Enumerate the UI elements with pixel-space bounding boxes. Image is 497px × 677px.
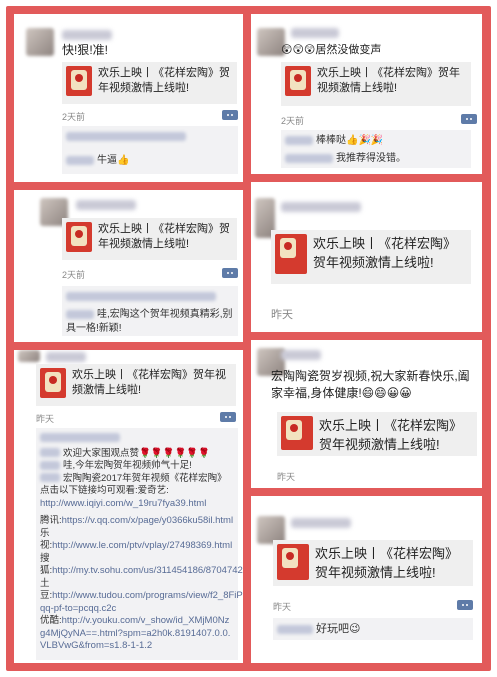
post-text: 快!狠!准!	[62, 43, 109, 57]
video-thumbnail-icon	[281, 416, 313, 450]
username-blurred	[281, 202, 361, 212]
youku-link[interactable]: http://v.youku.com/v_show/id_XMjM0Nzg4Mj…	[40, 615, 230, 651]
likes-blurred	[66, 290, 234, 304]
share-title: 欢乐上映丨《花样宏陶》贺年视频激情上线啦!	[319, 418, 463, 452]
post-text: 宏陶陶瓷贺岁视频,祝大家新春快乐,阖家幸福,身体健康!😄😄😀😀	[271, 369, 470, 400]
shared-link-card[interactable]: 欢乐上映丨《花样宏陶》贺年视频激情上线啦!	[62, 218, 237, 260]
moment-panel-5: 欢乐上映丨《花样宏陶》贺年视频激情上线啦! 昨天 欢迎大家围观点赞🌹🌹🌹🌹🌹🌹 …	[14, 350, 243, 663]
more-options-icon[interactable]	[457, 600, 473, 610]
comment-item: 优酷:http://v.youku.com/v_show/id_XMjM0Nzg…	[40, 615, 231, 651]
username-blurred	[291, 518, 351, 528]
share-title: 欢乐上映丨《花样宏陶》贺年视频激情上线啦!	[72, 369, 226, 396]
moment-panel-6: 宏陶陶瓷贺岁视频,祝大家新春快乐,阖家幸福,身体健康!😄😄😀😀 欢乐上映丨《花样…	[251, 340, 482, 488]
comments-area: 牛逼👍	[62, 126, 238, 174]
share-title: 欢乐上映丨《花样宏陶》贺年视频激情上线啦!	[315, 546, 459, 580]
likes-blurred	[40, 432, 234, 445]
moment-panel-7: 欢乐上映丨《花样宏陶》贺年视频激情上线啦! 昨天 好玩吧😉	[251, 496, 482, 663]
video-thumbnail-icon	[285, 66, 311, 96]
sohu-link[interactable]: http://my.tv.sohu.com/us/311454186/87047…	[52, 565, 243, 576]
more-options-icon[interactable]	[222, 110, 238, 120]
comment-item: 我推荐得没错。	[285, 152, 467, 166]
comment-item: 哇,宏陶这个贺年视频真精彩,别具一格!新颖!	[66, 309, 233, 334]
video-thumbnail-icon	[277, 544, 309, 580]
post-time: 昨天	[277, 472, 296, 482]
avatar[interactable]	[26, 28, 54, 56]
post-time: 2天前	[281, 116, 305, 126]
video-thumbnail-icon	[40, 368, 66, 398]
comment-item: 牛逼👍	[66, 154, 234, 168]
post-time: 2天前	[62, 112, 86, 122]
shared-link-card[interactable]: 欢乐上映丨《花样宏陶》贺年视频激情上线啦!	[36, 364, 236, 406]
comment-item: 腾讯:https://v.qq.com/x/page/y0366ku58il.h…	[40, 515, 234, 526]
letv-link[interactable]: http://www.le.com/ptv/vplay/27498369.htm…	[52, 540, 232, 551]
iqiyi-link[interactable]: http://www.iqiyi.com/w_19ru7fya39.html	[40, 498, 206, 509]
shared-link-card[interactable]: 欢乐上映丨《花样宏陶》贺年视频激情上线啦!	[273, 540, 473, 586]
comments-area: 欢迎大家围观点赞🌹🌹🌹🌹🌹🌹 哇,今年宏陶贺年视频帅气十足! 宏陶陶瓷2017年…	[36, 428, 243, 660]
video-thumbnail-icon	[275, 234, 307, 274]
comment-item: 宏陶陶瓷2017年贺年视频《花样宏陶》点击以下链接均可观看:爱奇艺: http:…	[40, 472, 227, 509]
more-options-icon[interactable]	[461, 114, 477, 124]
shared-link-card[interactable]: 欢乐上映丨《花样宏陶》贺年视频激情上线啦!	[281, 62, 471, 106]
comment-item: 搜狐:http://my.tv.sohu.com/us/311454186/87…	[40, 553, 243, 578]
comments-area: 好玩吧😉	[273, 618, 473, 640]
video-thumbnail-icon	[66, 66, 92, 96]
video-thumbnail-icon	[66, 222, 92, 252]
comment-item: 哇,今年宏陶贺年视频帅气十足!	[40, 460, 234, 473]
username-blurred	[46, 352, 86, 362]
moment-panel-2: 😲😲😲居然没做变声 欢乐上映丨《花样宏陶》贺年视频激情上线啦! 2天前 棒棒哒👍…	[251, 14, 482, 174]
tencent-link[interactable]: https://v.qq.com/x/page/y0366ku58il.html	[62, 515, 233, 526]
comment-item: 好玩吧😉	[277, 622, 469, 636]
username-blurred	[62, 30, 112, 40]
avatar[interactable]	[18, 350, 40, 362]
post-time: 昨天	[271, 309, 293, 321]
share-title: 欢乐上映丨《花样宏陶》贺年视频激情上线啦!	[313, 236, 457, 270]
comment-blurred	[66, 130, 234, 144]
comment-item: 棒棒哒👍🎉🎉	[285, 134, 467, 148]
moment-panel-1: 快!狠!准! 欢乐上映丨《花样宏陶》贺年视频激情上线啦! 2天前 牛逼👍	[14, 14, 243, 182]
comment-item: 土豆:http://www.tudou.com/programs/view/f2…	[40, 578, 243, 616]
moment-panel-3: 欢乐上映丨《花样宏陶》贺年视频激情上线啦! 2天前 哇,宏陶这个贺年视频真精彩,…	[14, 190, 243, 342]
tudou-link[interactable]: http://www.tudou.com/programs/view/f2_8F…	[40, 590, 243, 614]
shared-link-card[interactable]: 欢乐上映丨《花样宏陶》贺年视频激情上线啦!	[271, 230, 471, 284]
shared-link-card[interactable]: 欢乐上映丨《花样宏陶》贺年视频激情上线啦!	[277, 412, 477, 456]
comment-item: 欢迎大家围观点赞🌹🌹🌹🌹🌹🌹	[40, 448, 234, 461]
shared-link-card[interactable]: 欢乐上映丨《花样宏陶》贺年视频激情上线啦!	[62, 62, 237, 104]
username-blurred	[281, 350, 321, 360]
share-title: 欢乐上映丨《花样宏陶》贺年视频激情上线啦!	[317, 67, 460, 94]
collage-frame: 快!狠!准! 欢乐上映丨《花样宏陶》贺年视频激情上线啦! 2天前 牛逼👍 😲😲😲…	[6, 6, 491, 671]
more-options-icon[interactable]	[220, 412, 236, 422]
post-time: 昨天	[36, 414, 55, 424]
moment-panel-4: 欢乐上映丨《花样宏陶》贺年视频激情上线啦! 昨天	[251, 182, 482, 332]
share-title: 欢乐上映丨《花样宏陶》贺年视频激情上线啦!	[98, 67, 230, 94]
username-blurred	[76, 200, 136, 210]
comment-item: 乐视:http://www.le.com/ptv/vplay/27498369.…	[40, 527, 233, 552]
share-title: 欢乐上映丨《花样宏陶》贺年视频激情上线啦!	[98, 223, 230, 250]
post-text: 😲😲😲居然没做变声	[281, 44, 382, 56]
username-blurred	[291, 28, 339, 38]
post-time: 2天前	[62, 270, 86, 280]
comments-area: 棒棒哒👍🎉🎉 我推荐得没错。	[281, 130, 471, 168]
more-options-icon[interactable]	[222, 268, 238, 278]
comments-area: 哇,宏陶这个贺年视频真精彩,别具一格!新颖!	[62, 286, 238, 336]
post-time: 昨天	[273, 602, 292, 612]
